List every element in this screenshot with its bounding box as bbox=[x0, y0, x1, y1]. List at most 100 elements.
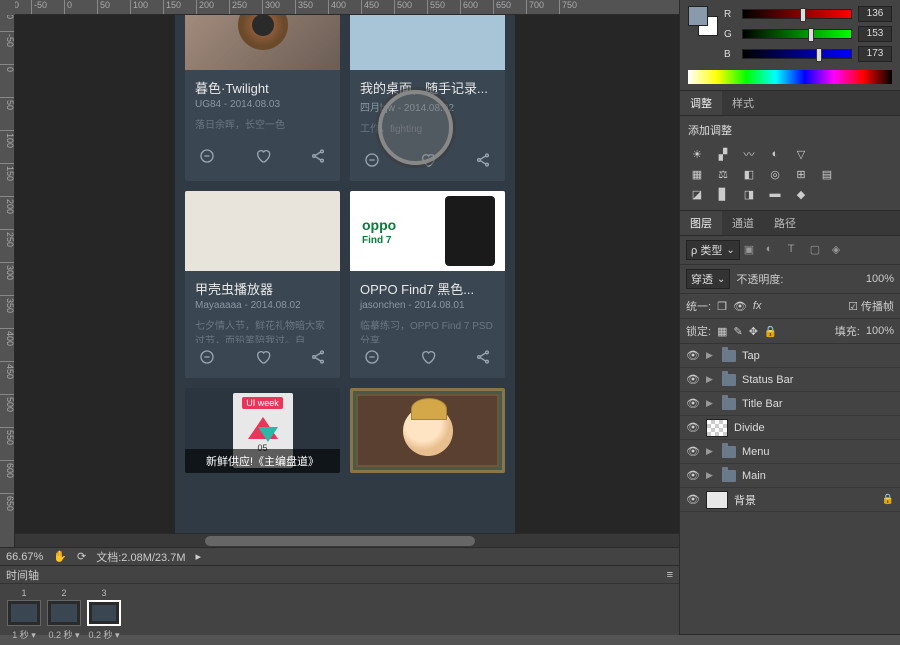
curves-icon[interactable]: 〰 bbox=[740, 146, 758, 162]
color-spectrum[interactable] bbox=[688, 70, 892, 84]
share-icon[interactable] bbox=[310, 349, 326, 368]
tab-layers[interactable]: 图层 bbox=[680, 211, 722, 235]
tab-adjust[interactable]: 调整 bbox=[680, 91, 722, 115]
tab-paths[interactable]: 路径 bbox=[764, 211, 806, 235]
tab-styles[interactable]: 样式 bbox=[722, 91, 764, 115]
timeline-frame[interactable]: 20.2 秒 ▾ bbox=[46, 588, 82, 641]
lock-transparent-icon[interactable]: ▦ bbox=[717, 325, 727, 338]
foreground-swatch[interactable] bbox=[688, 6, 708, 26]
card-thumb bbox=[350, 15, 505, 70]
layer-name: Title Bar bbox=[742, 398, 783, 410]
card-oppo[interactable]: oppoFind 7 OPPO Find7 黑色... jasonchen - … bbox=[350, 191, 505, 378]
rotate-icon[interactable]: ⟳ bbox=[77, 550, 86, 563]
share-icon[interactable] bbox=[475, 152, 491, 171]
timeline-frame[interactable]: 11 秒 ▾ bbox=[6, 588, 42, 641]
unify-visibility-icon[interactable]: 👁 bbox=[733, 300, 747, 313]
filter-smart-icon[interactable]: ◈ bbox=[832, 243, 846, 257]
card-thumb bbox=[185, 191, 340, 271]
hue-icon[interactable]: ▦ bbox=[688, 166, 706, 182]
layer-row[interactable]: 👁 Divide bbox=[680, 416, 900, 440]
card-twilight[interactable]: 暮色·Twilight UG84 - 2014.08.03 落日余晖，长空一色 bbox=[185, 15, 340, 181]
filter-shape-icon[interactable]: ▢ bbox=[810, 243, 824, 257]
invert-icon[interactable]: ◪ bbox=[688, 186, 706, 202]
lookup-icon[interactable]: ▤ bbox=[818, 166, 836, 182]
comment-icon[interactable] bbox=[199, 148, 215, 167]
zoom-level[interactable]: 66.67% bbox=[6, 551, 43, 563]
visibility-icon[interactable]: 👁 bbox=[686, 373, 700, 386]
filter-pixel-icon[interactable]: ▣ bbox=[744, 243, 758, 257]
visibility-icon[interactable]: 👁 bbox=[686, 349, 700, 362]
card-game[interactable] bbox=[350, 388, 505, 473]
threshold-icon[interactable]: ◨ bbox=[740, 186, 758, 202]
card-desc: 临摹练习，OPPO Find 7 PSD分享 bbox=[350, 317, 505, 343]
layer-name: 背景 bbox=[734, 492, 756, 508]
heart-icon[interactable] bbox=[255, 349, 271, 368]
layer-filter-dropdown[interactable]: ρ 类型 ⌄ bbox=[686, 240, 740, 260]
layer-name: Divide bbox=[734, 422, 765, 434]
layer-row[interactable]: 👁▶Status Bar bbox=[680, 368, 900, 392]
visibility-icon[interactable]: 👁 bbox=[686, 469, 700, 482]
hand-icon[interactable]: ✋ bbox=[53, 550, 67, 563]
blue-slider[interactable] bbox=[742, 49, 852, 59]
layer-name: Status Bar bbox=[742, 374, 793, 386]
fill-value[interactable]: 100% bbox=[866, 325, 894, 337]
photo-filter-icon[interactable]: ◎ bbox=[766, 166, 784, 182]
posterize-icon[interactable]: ▊ bbox=[714, 186, 732, 202]
unify-style-icon[interactable]: fx bbox=[753, 300, 762, 312]
green-slider[interactable] bbox=[742, 29, 852, 39]
heart-icon[interactable] bbox=[255, 148, 271, 167]
tab-channels[interactable]: 通道 bbox=[722, 211, 764, 235]
selective-icon[interactable]: ◆ bbox=[792, 186, 810, 202]
panel-menu-icon[interactable]: ≡ bbox=[667, 569, 673, 581]
layer-row[interactable]: 👁背景🔒 bbox=[680, 488, 900, 512]
heart-icon[interactable] bbox=[420, 349, 436, 368]
ruler-horizontal: -150-100-5005010015020025030035040045050… bbox=[15, 0, 679, 15]
lock-position-icon[interactable]: ✥ bbox=[749, 325, 758, 338]
lock-label: 锁定: bbox=[686, 323, 711, 339]
blend-mode-dropdown[interactable]: 穿透 ⌄ bbox=[686, 269, 730, 289]
blue-value[interactable]: 173 bbox=[858, 46, 892, 62]
folder-icon bbox=[722, 374, 736, 386]
bw-icon[interactable]: ◧ bbox=[740, 166, 758, 182]
visibility-icon[interactable]: 👁 bbox=[686, 421, 700, 434]
right-panel-group: R136 G153 B173 调整 样式 添加调整 ☀ ▞ 〰 ◐ ▽ ▦ ⚖ … bbox=[679, 0, 900, 635]
visibility-icon[interactable]: 👁 bbox=[686, 397, 700, 410]
vibrance-icon[interactable]: ▽ bbox=[792, 146, 810, 162]
comment-icon[interactable] bbox=[364, 152, 380, 171]
opacity-value[interactable]: 100% bbox=[866, 273, 894, 285]
folder-icon bbox=[722, 470, 736, 482]
filter-adjust-icon[interactable]: ◐ bbox=[766, 243, 780, 257]
canvas[interactable]: ‹ 首页 作品 经验 灵感 活动 杂志 ⌄ 暮色·Twilight UG84 -… bbox=[15, 15, 679, 547]
red-slider[interactable] bbox=[742, 9, 852, 19]
layer-row[interactable]: 👁▶Menu bbox=[680, 440, 900, 464]
card-beetle[interactable]: 甲壳虫播放器 Mayaaaaa - 2014.08.02 七夕情人节，鲜花礼物暗… bbox=[185, 191, 340, 378]
balance-icon[interactable]: ⚖ bbox=[714, 166, 732, 182]
timeline-frame[interactable]: 30.2 秒 ▾ bbox=[86, 588, 122, 641]
layer-row[interactable]: 👁▶Tap bbox=[680, 344, 900, 368]
visibility-icon[interactable]: 👁 bbox=[686, 445, 700, 458]
comment-icon[interactable] bbox=[199, 349, 215, 368]
visibility-icon[interactable]: 👁 bbox=[686, 493, 700, 506]
layer-row[interactable]: 👁▶Main bbox=[680, 464, 900, 488]
green-value[interactable]: 153 bbox=[858, 26, 892, 42]
share-icon[interactable] bbox=[475, 349, 491, 368]
comment-icon[interactable] bbox=[364, 349, 380, 368]
unify-position-icon[interactable]: ❐ bbox=[717, 300, 727, 313]
chevron-right-icon[interactable]: ▸ bbox=[196, 550, 202, 563]
layer-row[interactable]: 👁▶Title Bar bbox=[680, 392, 900, 416]
card-desc: 七夕情人节，鲜花礼物暗大家过节，而铅笔陪我过。自... bbox=[185, 317, 340, 343]
channel-mixer-icon[interactable]: ⊞ bbox=[792, 166, 810, 182]
lock-pixels-icon[interactable]: ✎ bbox=[733, 325, 742, 338]
exposure-icon[interactable]: ◐ bbox=[766, 146, 784, 162]
share-icon[interactable] bbox=[310, 148, 326, 167]
horizontal-scrollbar[interactable] bbox=[15, 533, 679, 547]
lock-all-icon[interactable]: 🔒 bbox=[764, 325, 778, 338]
card-uiweek[interactable]: UI week05 新鲜供应!《主编盘道》 bbox=[185, 388, 340, 473]
filter-type-icon[interactable]: T bbox=[788, 243, 802, 257]
levels-icon[interactable]: ▞ bbox=[714, 146, 732, 162]
brightness-icon[interactable]: ☀ bbox=[688, 146, 706, 162]
folder-icon bbox=[722, 350, 736, 362]
gradient-map-icon[interactable]: ▬ bbox=[766, 186, 784, 202]
card-thumb: UI week05 新鲜供应!《主编盘道》 bbox=[185, 388, 340, 473]
red-value[interactable]: 136 bbox=[858, 6, 892, 22]
